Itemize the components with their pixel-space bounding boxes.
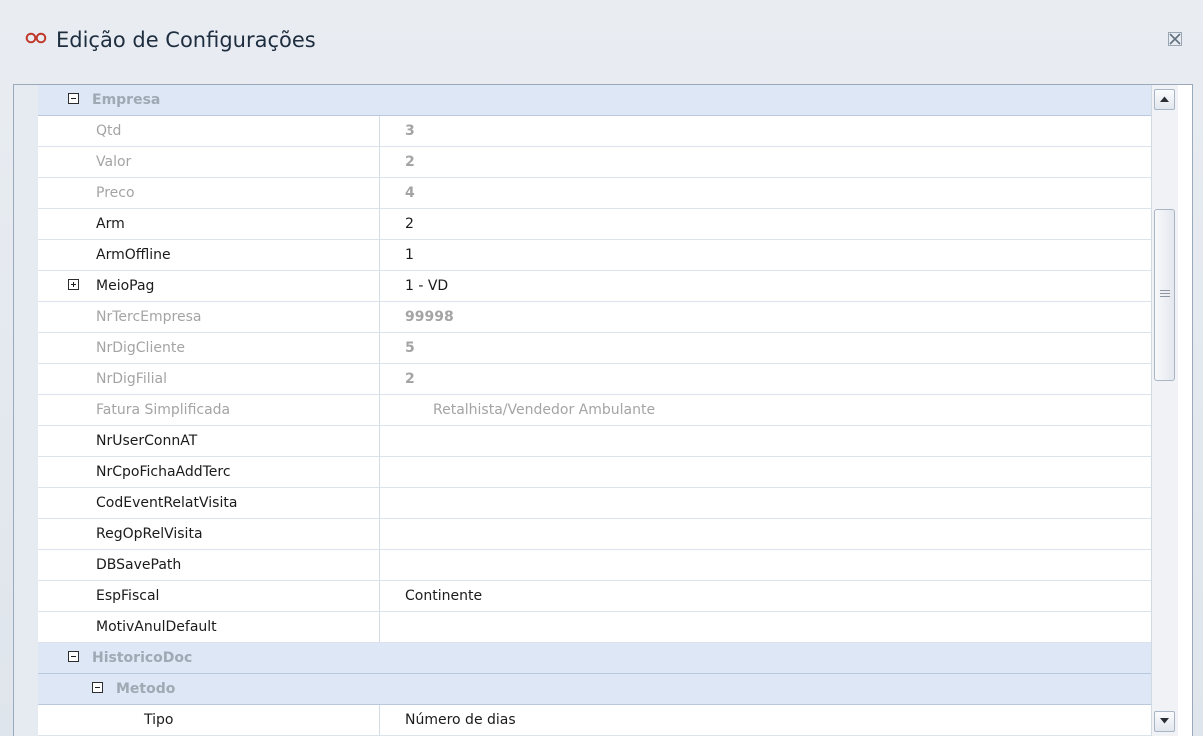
category-label: HistoricoDoc: [92, 650, 193, 666]
column-divider: [379, 612, 380, 642]
property-row[interactable]: MeioPag 1 - VD: [38, 271, 1160, 302]
property-row[interactable]: EspFiscal Continente: [38, 581, 1160, 612]
property-name: NrDigFilial: [96, 371, 167, 387]
property-value[interactable]: [396, 550, 405, 580]
property-row[interactable]: NrDigCliente 5: [38, 333, 1160, 364]
property-value: 4: [405, 185, 415, 201]
property-row[interactable]: Fatura Simplificada Retalhista/Vendedor A…: [38, 395, 1160, 426]
property-name: RegOpRelVisita: [96, 526, 203, 542]
property-rows: Empresa Qtd 3 Valor 2 Preco 4 Arm 2 ArmOffline 1 Me…: [38, 85, 1160, 736]
property-value: 5: [405, 340, 415, 356]
property-name: ArmOffline: [96, 247, 171, 263]
expand-icon[interactable]: [68, 279, 79, 290]
property-row[interactable]: NrTercEmpresa 99998: [38, 302, 1160, 333]
property-row[interactable]: NrUserConnAT: [38, 426, 1160, 457]
property-name: Preco: [96, 185, 135, 201]
property-name: NrCpoFichaAddTerc: [96, 464, 231, 480]
column-divider: [379, 147, 380, 177]
property-name: Qtd: [96, 123, 122, 139]
column-divider: [379, 333, 380, 363]
property-value[interactable]: [396, 612, 405, 642]
property-row[interactable]: Arm 2: [38, 209, 1160, 240]
close-button[interactable]: [1164, 28, 1186, 50]
property-name: Tipo: [144, 712, 174, 728]
window-title: Edição de Configurações: [56, 28, 316, 52]
property-row[interactable]: MotivAnulDefault: [38, 612, 1160, 643]
property-row[interactable]: DBSavePath: [38, 550, 1160, 581]
column-divider: [379, 395, 380, 425]
column-divider: [379, 457, 380, 487]
collapse-icon[interactable]: [68, 651, 79, 662]
collapse-icon[interactable]: [68, 93, 79, 104]
property-name: DBSavePath: [96, 557, 182, 573]
property-value[interactable]: [396, 426, 405, 456]
property-name: MotivAnulDefault: [96, 619, 217, 635]
property-value: 3: [405, 123, 415, 139]
column-divider: [379, 116, 380, 146]
property-row[interactable]: Qtd 3: [38, 116, 1160, 147]
property-value: Retalhista/Vendedor Ambulante: [433, 402, 656, 418]
grip-icon: [1160, 290, 1170, 298]
column-divider: [379, 240, 380, 270]
column-divider: [379, 581, 380, 611]
property-row[interactable]: RegOpRelVisita: [38, 519, 1160, 550]
property-value[interactable]: [396, 488, 405, 518]
property-grid: Empresa Qtd 3 Valor 2 Preco 4 Arm 2 ArmOffline 1 Me…: [13, 84, 1193, 736]
property-row[interactable]: NrCpoFichaAddTerc: [38, 457, 1160, 488]
property-value[interactable]: Número de dias: [396, 705, 516, 735]
category-label: Metodo: [116, 681, 176, 697]
arrow-down-icon: [1160, 718, 1169, 724]
property-value: 2: [405, 371, 415, 387]
property-row[interactable]: Preco 4: [38, 178, 1160, 209]
property-name: EspFiscal: [96, 588, 160, 604]
property-row[interactable]: Tipo Número de dias: [38, 705, 1160, 736]
property-value[interactable]: [396, 519, 405, 549]
property-value[interactable]: 2: [396, 209, 414, 239]
property-row[interactable]: Valor 2: [38, 147, 1160, 178]
config-edit-window: Edição de Configurações Empresa Qtd 3 Valor…: [0, 0, 1203, 736]
vertical-scrollbar[interactable]: [1151, 85, 1178, 736]
property-value[interactable]: [396, 457, 405, 487]
property-name: Fatura Simplificada: [96, 402, 231, 418]
property-value: 99998: [405, 309, 454, 325]
property-name: Arm: [96, 216, 125, 232]
arrow-up-icon: [1160, 96, 1169, 102]
column-divider: [379, 519, 380, 549]
property-row[interactable]: CodEventRelatVisita: [38, 488, 1160, 519]
column-divider: [379, 302, 380, 332]
property-value[interactable]: Continente: [396, 581, 482, 611]
category-row-historicodoc[interactable]: HistoricoDoc: [38, 643, 1160, 674]
column-divider: [379, 209, 380, 239]
property-name: MeioPag: [96, 278, 155, 294]
column-divider: [379, 178, 380, 208]
column-divider: [379, 271, 380, 301]
category-row-empresa[interactable]: Empresa: [38, 85, 1160, 116]
property-name: Valor: [96, 154, 132, 170]
column-divider: [379, 488, 380, 518]
property-value[interactable]: 1: [396, 240, 414, 270]
property-name: NrTercEmpresa: [96, 309, 202, 325]
scroll-up-button[interactable]: [1154, 89, 1175, 110]
infinity-icon: [25, 30, 47, 44]
category-row-metodo[interactable]: Metodo: [38, 674, 1160, 705]
property-row[interactable]: NrDigFilial 2: [38, 364, 1160, 395]
column-divider: [379, 426, 380, 456]
grid-gutter: [14, 85, 38, 736]
property-value: 2: [405, 154, 415, 170]
property-value[interactable]: 1 - VD: [396, 271, 448, 301]
category-label: Empresa: [92, 92, 161, 108]
column-divider: [379, 364, 380, 394]
column-divider: [379, 705, 380, 735]
property-name: CodEventRelatVisita: [96, 495, 238, 511]
scroll-down-button[interactable]: [1154, 711, 1175, 732]
collapse-icon[interactable]: [92, 682, 103, 693]
title-bar: Edição de Configurações: [0, 0, 1203, 86]
column-divider: [379, 550, 380, 580]
scroll-thumb[interactable]: [1154, 209, 1175, 381]
property-name: NrDigCliente: [96, 340, 185, 356]
property-name: NrUserConnAT: [96, 433, 198, 449]
property-row[interactable]: ArmOffline 1: [38, 240, 1160, 271]
close-icon: [1168, 32, 1182, 46]
